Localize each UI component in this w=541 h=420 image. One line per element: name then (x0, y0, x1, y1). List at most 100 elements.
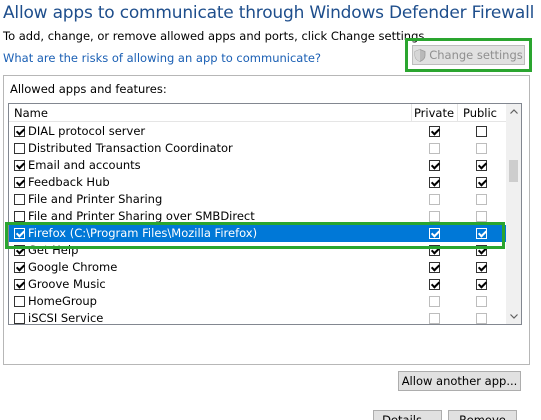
list-item[interactable]: Get Help (9, 242, 507, 259)
private-checkbox[interactable] (429, 143, 440, 154)
scrollbar-thumb[interactable] (509, 160, 518, 182)
change-settings-label: Change settings (429, 48, 523, 62)
column-header-name[interactable]: Name (14, 106, 48, 120)
checkbox-box (429, 296, 440, 307)
list-header: Name Private Public (9, 104, 507, 122)
public-checkbox[interactable] (476, 143, 487, 154)
checkbox-box (14, 126, 25, 137)
checkbox-box (476, 228, 487, 239)
app-enabled-checkbox[interactable] (14, 245, 25, 256)
list-scrollbar[interactable] (506, 104, 521, 324)
chevron-up-icon[interactable] (506, 104, 521, 119)
checkbox-box (429, 177, 440, 188)
private-checkbox[interactable] (429, 228, 440, 239)
private-checkbox[interactable] (429, 194, 440, 205)
checkbox-box (429, 194, 440, 205)
private-checkbox[interactable] (429, 245, 440, 256)
app-name: File and Printer Sharing over SMBDirect (28, 209, 255, 223)
app-enabled-checkbox[interactable] (14, 126, 25, 137)
public-checkbox[interactable] (476, 126, 487, 137)
change-settings-button[interactable]: Change settings (412, 45, 525, 65)
app-enabled-checkbox[interactable] (14, 177, 25, 188)
chevron-down-icon[interactable] (506, 309, 521, 324)
public-checkbox[interactable] (476, 279, 487, 290)
app-enabled-checkbox[interactable] (14, 160, 25, 171)
private-checkbox[interactable] (429, 160, 440, 171)
private-checkbox[interactable] (429, 296, 440, 307)
checkbox-box (14, 143, 25, 154)
allow-another-app-button[interactable]: Allow another app... (398, 371, 521, 391)
checkbox-box (476, 211, 487, 222)
details-button[interactable]: Details... (373, 410, 442, 420)
list-item[interactable]: DIAL protocol server (9, 123, 507, 140)
checkbox-box (14, 262, 25, 273)
list-item[interactable]: Google Chrome (9, 259, 507, 276)
private-checkbox[interactable] (429, 279, 440, 290)
checkbox-box (476, 262, 487, 273)
private-checkbox[interactable] (429, 313, 440, 324)
checkbox-box (429, 245, 440, 256)
app-name: File and Printer Sharing (28, 192, 163, 206)
checkbox-box (14, 313, 25, 324)
list-item[interactable]: Feedback Hub (9, 174, 507, 191)
column-header-public[interactable]: Public (458, 106, 502, 120)
public-checkbox[interactable] (476, 296, 487, 307)
checkbox-box (14, 228, 25, 239)
checkbox-box (429, 160, 440, 171)
app-enabled-checkbox[interactable] (14, 296, 25, 307)
private-checkbox[interactable] (429, 262, 440, 273)
checkbox-box (476, 126, 487, 137)
risks-link[interactable]: What are the risks of allowing an app to… (3, 51, 321, 65)
app-name: Firefox (C:\Program Files\Mozilla Firefo… (28, 226, 258, 240)
public-checkbox[interactable] (476, 313, 487, 324)
public-checkbox[interactable] (476, 211, 487, 222)
public-checkbox[interactable] (476, 177, 487, 188)
app-enabled-checkbox[interactable] (14, 194, 25, 205)
app-enabled-checkbox[interactable] (14, 313, 25, 324)
app-name: DIAL protocol server (28, 124, 146, 138)
app-enabled-checkbox[interactable] (14, 143, 25, 154)
app-name: Groove Music (28, 277, 106, 291)
remove-button[interactable]: Remove (448, 410, 517, 420)
private-checkbox[interactable] (429, 177, 440, 188)
app-name: Distributed Transaction Coordinator (28, 141, 233, 155)
app-name: iSCSI Service (28, 311, 104, 325)
private-checkbox[interactable] (429, 211, 440, 222)
column-header-private[interactable]: Private (412, 106, 456, 120)
checkbox-box (476, 143, 487, 154)
checkbox-box (476, 313, 487, 324)
private-checkbox[interactable] (429, 126, 440, 137)
checkbox-box (429, 143, 440, 154)
allowed-apps-label: Allowed apps and features: (10, 82, 167, 96)
list-item[interactable]: Groove Music (9, 276, 507, 293)
checkbox-box (429, 126, 440, 137)
list-item[interactable]: File and Printer Sharing (9, 191, 507, 208)
checkbox-box (429, 313, 440, 324)
checkbox-box (429, 262, 440, 273)
list-item[interactable]: iSCSI Service (9, 310, 507, 325)
app-enabled-checkbox[interactable] (14, 228, 25, 239)
list-item[interactable]: File and Printer Sharing over SMBDirect (9, 208, 507, 225)
checkbox-box (429, 279, 440, 290)
public-checkbox[interactable] (476, 194, 487, 205)
list-item[interactable]: HomeGroup (9, 293, 507, 310)
public-checkbox[interactable] (476, 228, 487, 239)
public-checkbox[interactable] (476, 262, 487, 273)
checkbox-box (476, 296, 487, 307)
app-name: Google Chrome (28, 260, 118, 274)
checkbox-box (476, 279, 487, 290)
public-checkbox[interactable] (476, 245, 487, 256)
public-checkbox[interactable] (476, 160, 487, 171)
app-enabled-checkbox[interactable] (14, 211, 25, 222)
allowed-apps-list[interactable]: Name Private Public DIAL protocol server… (8, 103, 522, 325)
list-item[interactable]: Firefox (C:\Program Files\Mozilla Firefo… (9, 225, 507, 242)
checkbox-box (14, 296, 25, 307)
checkbox-box (429, 228, 440, 239)
app-enabled-checkbox[interactable] (14, 279, 25, 290)
list-item[interactable]: Distributed Transaction Coordinator (9, 140, 507, 157)
page-subtitle: To add, change, or remove allowed apps a… (3, 29, 429, 43)
checkbox-box (14, 177, 25, 188)
list-item[interactable]: Email and accounts (9, 157, 507, 174)
app-enabled-checkbox[interactable] (14, 262, 25, 273)
checkbox-box (476, 194, 487, 205)
